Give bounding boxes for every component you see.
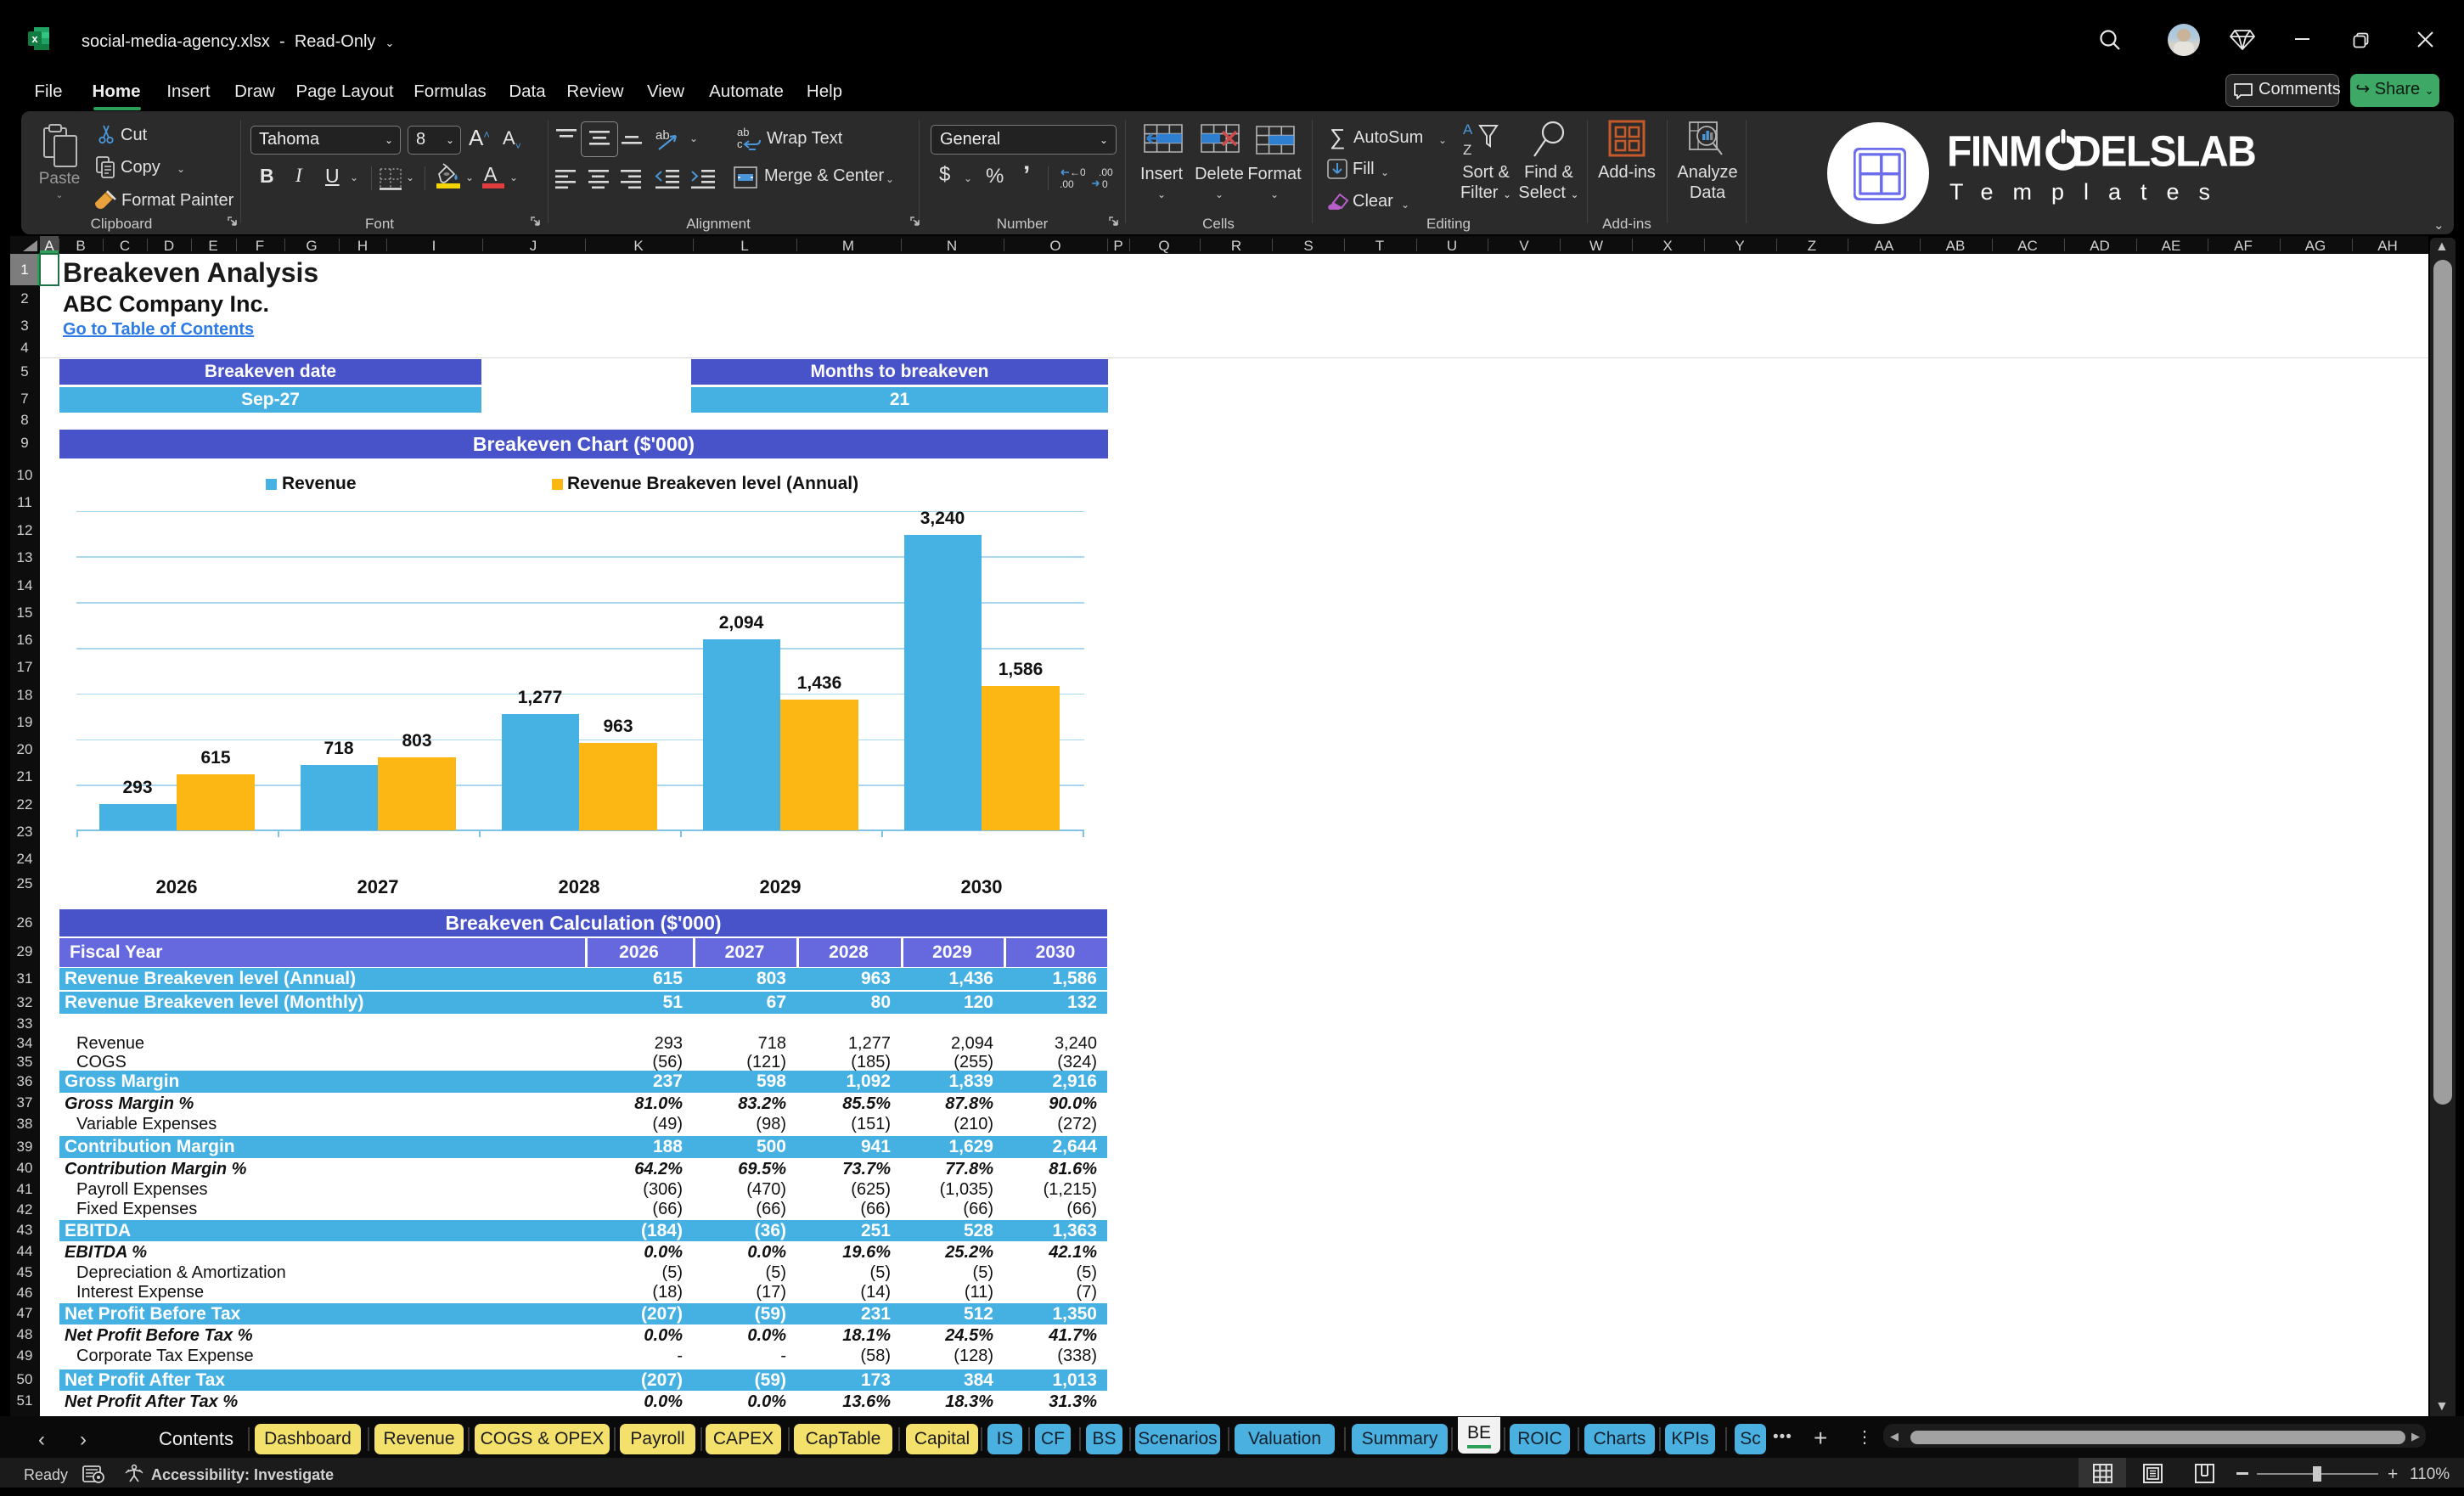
- svg-text:A: A: [1463, 121, 1473, 138]
- svg-text:.00: .00: [1060, 178, 1074, 190]
- svg-text:x: x: [31, 32, 38, 45]
- svg-text:←0: ←0: [1070, 166, 1085, 178]
- svg-text:.00: .00: [1099, 166, 1113, 178]
- svg-text:0: 0: [1102, 178, 1108, 190]
- svg-text:ab: ab: [737, 126, 749, 138]
- svg-text:Z: Z: [1463, 142, 1471, 158]
- svg-text:c: c: [737, 138, 743, 150]
- svg-text:ab: ab: [655, 128, 670, 143]
